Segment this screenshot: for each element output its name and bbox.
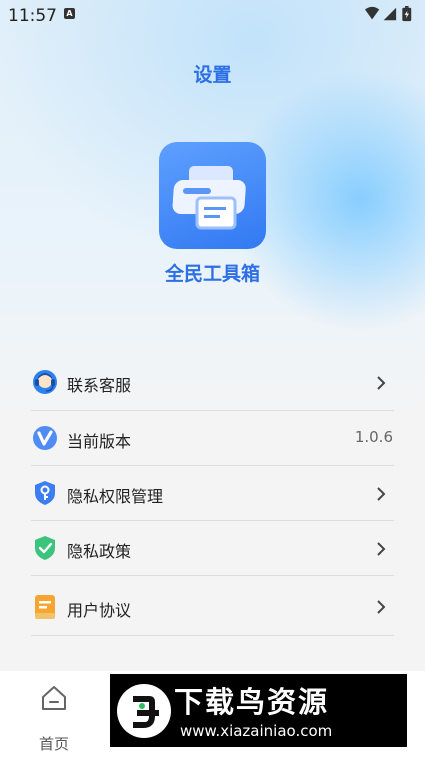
bird-logo-icon — [117, 684, 171, 738]
menu-item-user-agreement[interactable]: 用户协议 — [31, 576, 394, 636]
watermark-banner: 下载鸟资源 www.xiazainiao.com — [110, 674, 407, 747]
home-icon — [42, 686, 66, 710]
battery-icon — [402, 6, 412, 22]
page-title: 设置 — [193, 64, 232, 86]
chevron-right-icon — [377, 542, 386, 556]
menu-item-privacy-policy[interactable]: 隐私政策 — [31, 521, 394, 576]
nav-home-tab[interactable]: 首页 — [30, 681, 78, 753]
signal-icon — [383, 7, 397, 21]
menu-item-customer-service[interactable]: 联系客服 — [31, 356, 394, 411]
menu-item-current-version[interactable]: 当前版本 1.0.6 — [31, 411, 394, 466]
menu-item-label: 联系客服 — [67, 376, 132, 395]
menu-item-label: 隐私政策 — [67, 542, 132, 561]
menu-item-label: 用户协议 — [67, 601, 132, 620]
banner-title: 下载鸟资源 — [174, 685, 330, 719]
privacy-check-shield-icon — [35, 536, 55, 560]
settings-menu: 联系客服 当前版本 1.0.6 隐私权限管理 隐私政策 用户协议 — [31, 356, 394, 636]
printer-icon — [172, 166, 246, 230]
menu-item-label: 当前版本 — [67, 432, 132, 451]
app-name: 全民工具箱 — [164, 263, 260, 285]
chevron-right-icon — [377, 600, 386, 614]
banner-url: www.xiazainiao.com — [180, 722, 333, 740]
chevron-right-icon — [377, 487, 386, 501]
menu-item-privacy-permissions[interactable]: 隐私权限管理 — [31, 466, 394, 521]
user-agreement-icon — [35, 595, 55, 619]
customer-service-icon — [33, 370, 57, 394]
version-icon — [33, 426, 57, 450]
notification-icon: A — [64, 8, 75, 19]
menu-item-label: 隐私权限管理 — [67, 487, 164, 506]
chevron-right-icon — [377, 376, 386, 390]
status-icons — [365, 6, 412, 22]
wifi-icon — [365, 6, 380, 20]
nav-home-label: 首页 — [38, 735, 69, 753]
privacy-key-shield-icon — [35, 481, 55, 505]
version-value: 1.0.6 — [354, 428, 393, 446]
status-bar: 11:57 A — [0, 0, 425, 30]
app-logo — [159, 142, 266, 249]
status-time: 11:57 — [8, 6, 57, 26]
